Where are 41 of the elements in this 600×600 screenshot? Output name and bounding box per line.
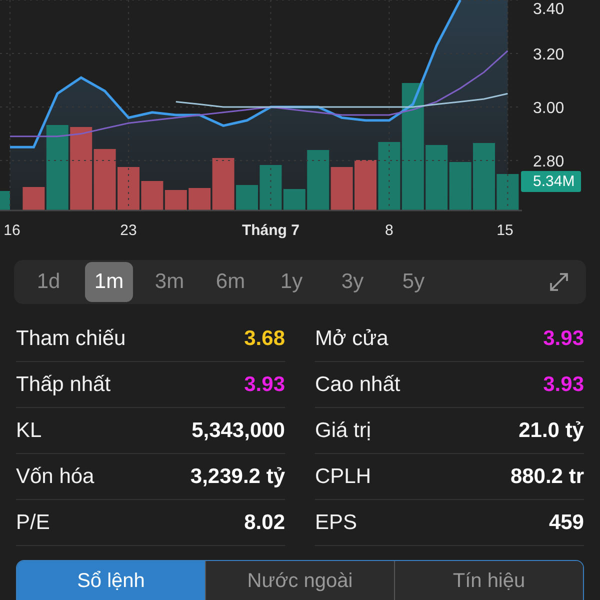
stat-label: EPS	[315, 510, 358, 534]
expand-icon[interactable]	[548, 271, 570, 293]
stat-value: 8.02	[244, 510, 285, 534]
stat-value: 3.93	[543, 372, 584, 396]
section-tab[interactable]: Sổ lệnh	[17, 561, 205, 600]
x-axis-label: 16	[4, 222, 20, 239]
y-axis-label: 2.80	[533, 154, 564, 170]
section-tab[interactable]: Nước ngoài	[205, 561, 394, 600]
stat-value: 5,343,000	[192, 418, 285, 442]
section-tab[interactable]: Tín hiệu	[394, 561, 583, 600]
period-tab[interactable]: 1m	[85, 262, 133, 302]
period-tab[interactable]: 3y	[322, 262, 383, 302]
y-axis-label: 3.40	[533, 1, 564, 18]
stat-label: Mở cửa	[315, 326, 388, 350]
stat-label: Tham chiếu	[16, 326, 126, 350]
stat-value: 459	[548, 510, 584, 534]
x-axis-label: 15	[496, 222, 514, 239]
volume-badge: 5.34M	[521, 171, 581, 192]
stat-label: KL	[16, 418, 42, 442]
stat-label: P/E	[16, 510, 50, 534]
y-axis-label: 3.20	[533, 46, 564, 64]
stat-value: 880.2 tr	[510, 464, 584, 488]
period-tab[interactable]: 5y	[383, 262, 444, 302]
stat-label: Thấp nhất	[16, 372, 111, 396]
stat-label: Vốn hóa	[16, 464, 94, 488]
x-axis-label: 23	[120, 222, 137, 239]
period-tab[interactable]: 1d	[18, 262, 79, 302]
stat-value: 3.93	[244, 372, 285, 396]
stat-value: 21.0 tỷ	[518, 418, 584, 442]
stat-label: CPLH	[315, 464, 372, 488]
stat-value: 3,239.2 tỷ	[190, 464, 285, 488]
period-tab[interactable]: 6m	[200, 262, 261, 302]
stat-value: 3.68	[244, 326, 285, 350]
x-axis-label: 8	[385, 222, 394, 239]
x-axis-label: Tháng 7	[242, 222, 300, 239]
period-tab[interactable]: 1y	[261, 262, 322, 302]
stat-label: Cao nhất	[315, 372, 400, 396]
period-tab[interactable]: 3m	[139, 262, 200, 302]
stat-label: Giá trị	[315, 418, 372, 442]
y-axis-label: 3.00	[533, 100, 564, 117]
stat-value: 3.93	[543, 326, 584, 350]
